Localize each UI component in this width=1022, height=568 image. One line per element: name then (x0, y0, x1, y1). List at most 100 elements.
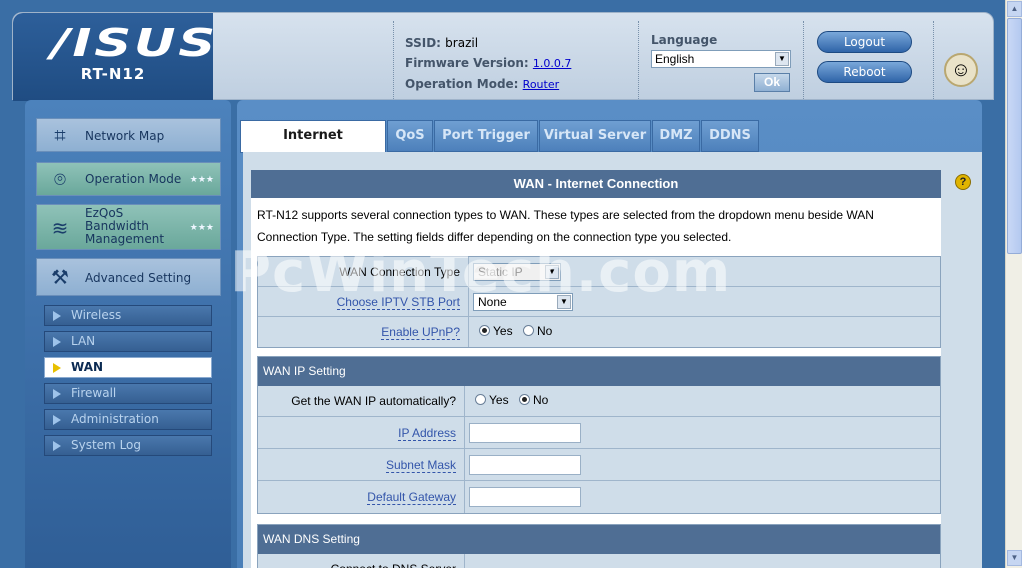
subnet-mask-cell (464, 449, 940, 480)
dns-connect-label: Connect to DNS Server (258, 554, 462, 568)
device-info: SSID: brazil Firmware Version: 1.0.0.7 O… (405, 33, 571, 95)
bandwidth-icon: ≋ (51, 216, 69, 240)
watermark-text: PcWinTech.com (230, 240, 732, 305)
auto-ip-no-label: No (533, 393, 549, 407)
tab-internet-connection[interactable]: Internet Connection (240, 120, 386, 173)
subnet-mask-input[interactable] (469, 455, 581, 475)
sidebar-sub-label: System Log (71, 438, 141, 452)
table-row: Connect to DNS Server (258, 554, 940, 568)
default-gateway-label: Default Gateway (258, 481, 462, 513)
upnp-yes-radio[interactable] (479, 325, 490, 336)
tab-ddns[interactable]: DDNS (701, 120, 759, 152)
header-divider (803, 21, 804, 99)
tab-qos[interactable]: QoS (387, 120, 433, 152)
subnet-mask-label: Subnet Mask (258, 449, 462, 480)
sidebar-item-system-log[interactable]: System Log (44, 435, 212, 456)
router-icon: ⌾ (54, 167, 66, 191)
brand-logo-text: /ISUS (51, 21, 218, 65)
help-icon[interactable]: ? (955, 174, 971, 190)
auto-ip-yes-radio[interactable] (475, 394, 486, 405)
logout-button[interactable]: Logout (817, 31, 912, 53)
chevron-down-icon[interactable]: ▼ (775, 52, 789, 66)
stars-icon: ★★★ (189, 175, 214, 185)
sidebar-sub-label: Wireless (71, 308, 122, 322)
upnp-label-text: Enable UPnP? (381, 325, 460, 340)
sidebar-item-label: Advanced Setting (85, 271, 192, 285)
tab-dmz[interactable]: DMZ (652, 120, 700, 152)
sidebar-item-label: Network Map (85, 129, 165, 143)
auto-ip-no-radio[interactable] (519, 394, 530, 405)
language-label: Language (651, 33, 718, 47)
arrow-right-icon (53, 389, 61, 399)
scroll-thumb[interactable] (1007, 18, 1022, 254)
sidebar-item-network-map[interactable]: ⌗ Network Map (36, 118, 221, 152)
vertical-scrollbar[interactable]: ▲ ▼ (1005, 0, 1022, 568)
sidebar-item-operation-mode[interactable]: ⌾ Operation Mode ★★★ (36, 162, 221, 196)
model-name: RT-N12 (80, 65, 146, 83)
table-row: Enable UPnP? Yes No (258, 317, 940, 347)
main-panel: Internet Connection QoS Port Trigger Vir… (237, 100, 982, 568)
firmware-link[interactable]: 1.0.0.7 (533, 57, 571, 70)
ip-address-label-text: IP Address (398, 426, 456, 441)
asus-logo: /ISUS RT-N12 (13, 13, 215, 101)
language-value: English (655, 52, 695, 66)
wan-ip-section-header: WAN IP Setting (258, 357, 940, 386)
wan-dns-section-header: WAN DNS Setting (258, 525, 940, 554)
subnet-mask-label-text: Subnet Mask (385, 458, 456, 473)
upnp-no-radio[interactable] (523, 325, 534, 336)
arrow-right-icon (53, 311, 61, 321)
page-title: WAN - Internet Connection (251, 170, 941, 198)
opmode-link[interactable]: Router (523, 78, 559, 91)
header-divider (393, 21, 394, 99)
upnp-yes-label: Yes (493, 324, 513, 338)
sidebar-item-label: EzQoS Bandwidth Management (85, 206, 165, 246)
arrow-right-icon (53, 441, 61, 451)
header: /ISUS RT-N12 SSID: brazil Firmware Versi… (12, 12, 994, 101)
auto-ip-label: Get the WAN IP automatically? (291, 394, 456, 408)
sidebar-item-ezqos[interactable]: ≋ EzQoS Bandwidth Management ★★★ (36, 204, 221, 250)
language-ok-button[interactable]: Ok (754, 73, 790, 92)
ip-address-label: IP Address (258, 417, 462, 448)
upnp-label: Enable UPnP? (258, 317, 466, 347)
tab-port-trigger[interactable]: Port Trigger (434, 120, 538, 152)
opmode-label: Operation Mode: (405, 77, 519, 91)
sidebar-item-wan[interactable]: WAN (44, 357, 212, 378)
auto-ip-yes-label: Yes (489, 393, 509, 407)
default-gateway-input[interactable] (469, 487, 581, 507)
sidebar-item-advanced-setting[interactable]: ⚒ Advanced Setting (36, 258, 221, 296)
sidebar-item-lan[interactable]: LAN (44, 331, 212, 352)
sidebar-item-firewall[interactable]: Firewall (44, 383, 212, 404)
wan-dns-table: WAN DNS Setting Connect to DNS Server (257, 524, 941, 568)
content-area: WAN - Internet Connection ? RT-N12 suppo… (243, 152, 982, 568)
table-row: Get the WAN IP automatically? Yes No (258, 386, 940, 417)
header-divider (933, 21, 934, 99)
default-gateway-label-text: Default Gateway (367, 490, 456, 505)
stars-icon: ★★★ (189, 223, 214, 233)
ip-address-input[interactable] (469, 423, 581, 443)
reboot-button[interactable]: Reboot (817, 61, 912, 83)
upnp-no-label: No (537, 324, 553, 338)
scroll-up-icon[interactable]: ▲ (1007, 1, 1022, 17)
table-row: Subnet Mask (258, 449, 940, 481)
scroll-down-icon[interactable]: ▼ (1007, 550, 1022, 566)
sidebar-sub-label: LAN (71, 334, 96, 348)
ip-address-cell (464, 417, 940, 448)
wan-ip-table: WAN IP Setting Get the WAN IP automatica… (257, 356, 941, 514)
header-divider (638, 21, 639, 99)
mascot-avatar-icon: ☺ (944, 53, 978, 87)
ssid-label: SSID: (405, 36, 441, 50)
tab-virtual-server[interactable]: Virtual Server (539, 120, 651, 152)
firmware-label: Firmware Version: (405, 56, 529, 70)
ssid-value: brazil (445, 36, 479, 50)
tools-icon: ⚒ (51, 265, 69, 289)
dns-connect-cell (464, 554, 940, 568)
default-gateway-cell (464, 481, 940, 513)
auto-ip-cell: Yes No (464, 386, 940, 416)
table-row: Default Gateway (258, 481, 940, 513)
sidebar-item-administration[interactable]: Administration (44, 409, 212, 430)
language-select[interactable]: English ▼ (651, 50, 791, 68)
table-row: IP Address (258, 417, 940, 449)
network-map-icon: ⌗ (54, 123, 66, 147)
sidebar-item-wireless[interactable]: Wireless (44, 305, 212, 326)
arrow-right-icon (53, 415, 61, 425)
